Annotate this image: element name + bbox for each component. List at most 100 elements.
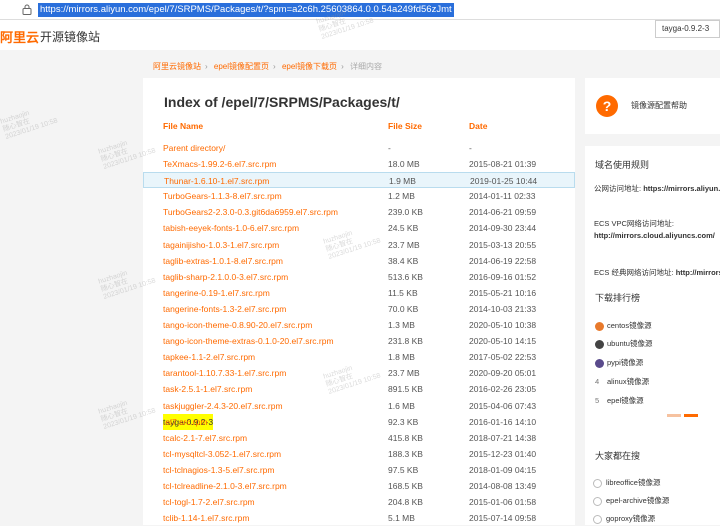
file-link[interactable]: taskjuggler-2.4.3-20.el7.src.rpm xyxy=(163,398,283,414)
table-row: tangerine-fonts-1.3-2.el7.src.rpm 70.0 KB… xyxy=(143,301,575,317)
file-link[interactable]: Parent directory/ xyxy=(163,140,225,156)
table-row: tango-icon-theme-extras-0.1.0-20.el7.src… xyxy=(143,333,575,349)
file-link[interactable]: tapkee-1.1-2.el7.src.rpm xyxy=(163,349,255,365)
file-link[interactable]: TeXmacs-1.99.2-6.el7.src.rpm xyxy=(163,156,276,172)
classic-address-url[interactable]: http://mirrors.a xyxy=(676,268,720,277)
file-date: 2015-07-14 09:58 xyxy=(469,513,537,524)
file-size: 92.3 KB xyxy=(388,416,419,427)
column-header-name[interactable]: File Name xyxy=(163,121,203,131)
lock-icon xyxy=(22,4,32,15)
public-address-url[interactable]: https://mirrors.aliyun.com xyxy=(643,184,720,193)
table-row: tangerine-0.19-1.el7.src.rpm 11.5 KB 2015-… xyxy=(143,285,575,301)
file-size: 188.3 KB xyxy=(388,448,423,459)
file-link[interactable]: tcl-mysqltcl-3.052-1.el7.src.rpm xyxy=(163,446,281,462)
ranking-item-epel[interactable]: 5 epel镜像源 xyxy=(595,395,644,406)
breadcrumb-item-epel-download[interactable]: epel镜像下载页 xyxy=(282,62,337,71)
file-date: 2020-09-20 05:01 xyxy=(469,368,537,379)
file-link[interactable]: tcl-togl-1.7-2.el7.src.rpm xyxy=(163,494,255,510)
file-listing-panel: Index of /epel/7/SRPMS/Packages/t/ File … xyxy=(143,78,575,525)
file-date: 2014-09-30 23:44 xyxy=(469,223,537,234)
file-size: - xyxy=(388,143,391,153)
table-row: tcl-tclnagios-1.3-5.el7.src.rpm 97.5 KB 20… xyxy=(143,462,575,478)
question-icon: ? xyxy=(596,95,618,117)
search-item-epel-archive[interactable]: epel-archive镜像源 xyxy=(593,495,669,506)
file-size: 70.0 KB xyxy=(388,303,419,314)
table-row: tcl-mysqltcl-3.052-1.el7.src.rpm 188.3 KB… xyxy=(143,446,575,462)
ranking-item-alinux[interactable]: 4 alinux镜像源 xyxy=(595,376,649,387)
column-header-size[interactable]: File Size xyxy=(388,121,422,131)
file-link[interactable]: tcl-tclnagios-1.3-5.el7.src.rpm xyxy=(163,462,274,478)
file-link[interactable]: tarantool-1.10.7.33-1.el7.src.rpm xyxy=(163,365,286,381)
file-size: 231.8 KB xyxy=(388,336,423,347)
table-row: TurboGears2-2.3.0-0.3.git6da6959.el7.src… xyxy=(143,204,575,220)
file-size: 18.0 MB xyxy=(388,159,420,170)
file-link[interactable]: tcalc-2.1-7.el7.src.rpm xyxy=(163,430,247,446)
file-link[interactable]: tangerine-fonts-1.3-2.el7.src.rpm xyxy=(163,301,286,317)
domain-rules-title: 域名使用规则 xyxy=(595,160,650,170)
file-date: 2014-01-11 02:33 xyxy=(469,191,536,202)
file-link[interactable]: TurboGears2-2.3.0-0.3.git6da6959.el7.src… xyxy=(163,204,338,220)
table-row-find-match: tayga-0.9.2-3 .el7.src.rpm 92.3 KB 2016-01-… xyxy=(143,413,575,430)
table-row: tcalc-2.1-7.el7.src.rpm 415.8 KB 2018-07-2… xyxy=(143,430,575,446)
column-header-date[interactable]: Date xyxy=(469,121,487,131)
file-date: 2018-01-09 04:15 xyxy=(469,464,537,475)
site-title[interactable]: 开源镜像站 xyxy=(40,28,100,45)
file-date: 2016-09-16 01:52 xyxy=(469,271,537,282)
file-date: 2014-08-08 13:49 xyxy=(469,480,537,491)
file-size: 168.5 KB xyxy=(388,480,423,491)
file-size: 1.8 MB xyxy=(388,352,415,363)
config-help-link[interactable]: 镜像源配置帮助 xyxy=(631,100,687,111)
file-link[interactable]: taglib-sharp-2.1.0.0-3.el7.src.rpm xyxy=(163,269,288,285)
aliyun-logo[interactable]: 阿里云 xyxy=(0,27,39,46)
pager-dot-active[interactable] xyxy=(684,414,698,417)
popular-search-card: 大家都在搜 libreoffice镜像源 epel-archive镜像源 gop… xyxy=(585,440,720,525)
file-table: Parent directory/ - - TeXmacs-1.99.2-6.el7… xyxy=(143,140,575,526)
file-size: 97.5 KB xyxy=(388,464,419,475)
file-date: 2015-01-06 01:58 xyxy=(469,497,537,508)
url-text[interactable]: https://mirrors.aliyun.com/epel/7/SRPMS/… xyxy=(38,3,454,17)
mirror-icon xyxy=(593,496,602,506)
table-header: File Name File Size Date xyxy=(143,121,575,135)
file-size: 23.7 MB xyxy=(388,368,420,379)
file-link[interactable]: tagainijisho-1.0.3-1.el7.src.rpm xyxy=(163,237,279,253)
file-link[interactable]: tclib-1.14-1.el7.src.rpm xyxy=(163,510,249,526)
breadcrumb-separator: › xyxy=(205,62,208,71)
file-link[interactable]: tango-icon-theme-extras-0.1.0-20.el7.src… xyxy=(163,333,334,349)
file-size: 5.1 MB xyxy=(388,513,415,524)
search-item-goproxy[interactable]: goproxy镜像源 xyxy=(593,513,655,524)
file-link[interactable]: tcl-tclreadline-2.1.0-3.el7.src.rpm xyxy=(163,478,287,494)
file-size: 1.9 MB xyxy=(389,176,416,187)
table-row: Parent directory/ - - xyxy=(143,140,575,156)
breadcrumb-item-current: 详细内容 xyxy=(349,62,382,71)
popular-search-title: 大家都在搜 xyxy=(595,451,641,461)
file-size: 1.2 MB xyxy=(388,191,415,202)
ranking-item-pypi[interactable]: pypi镜像源 xyxy=(595,357,643,368)
ubuntu-icon xyxy=(595,339,604,349)
file-link[interactable]: tabish-eeyek-fonts-1.0-6.el7.src.rpm xyxy=(163,220,299,236)
breadcrumb-item-home[interactable]: 阿里云镜像站 xyxy=(153,62,201,71)
file-link[interactable]: tango-icon-theme-0.8.90-20.el7.src.rpm xyxy=(163,317,312,333)
table-row: TurboGears-1.1.3-8.el7.src.rpm 1.2 MB 2014… xyxy=(143,188,575,204)
vpc-address-url[interactable]: http://mirrors.cloud.aliyuncs.com/ xyxy=(594,231,715,240)
file-link[interactable]: Thunar-1.6.10-1.el7.src.rpm xyxy=(164,173,269,189)
breadcrumb-item-epel-config[interactable]: epel镜像配置页 xyxy=(214,62,269,71)
file-date: 2019-01-25 10:44 xyxy=(470,176,538,187)
file-size: 415.8 KB xyxy=(388,432,423,443)
pager-dot[interactable] xyxy=(667,414,681,417)
file-size: 891.5 KB xyxy=(388,384,423,395)
file-size: 24.5 KB xyxy=(388,223,419,234)
ranking-item-centos[interactable]: centos镜像源 xyxy=(595,320,652,331)
file-link[interactable]: taglib-extras-1.0.1-8.el7.src.rpm xyxy=(163,253,283,269)
file-date: 2016-02-26 23:05 xyxy=(469,384,537,395)
file-date: 2015-12-23 01:40 xyxy=(469,448,537,459)
file-link[interactable]: tangerine-0.19-1.el7.src.rpm xyxy=(163,285,270,301)
config-help-card[interactable]: ? 镜像源配置帮助 xyxy=(585,78,720,134)
file-date: 2014-10-03 21:33 xyxy=(469,303,537,314)
find-in-page-box[interactable]: tayga-0.9.2-3 xyxy=(655,20,720,38)
search-item-libreoffice[interactable]: libreoffice镜像源 xyxy=(593,477,660,488)
file-date: 2020-05-10 14:15 xyxy=(469,336,537,347)
file-size: 513.6 KB xyxy=(388,271,423,282)
file-link[interactable]: TurboGears-1.1.3-8.el7.src.rpm xyxy=(163,188,282,204)
ranking-item-ubuntu[interactable]: ubuntu镜像源 xyxy=(595,338,652,349)
file-link[interactable]: task-2.5.1-1.el7.src.rpm xyxy=(163,381,252,397)
